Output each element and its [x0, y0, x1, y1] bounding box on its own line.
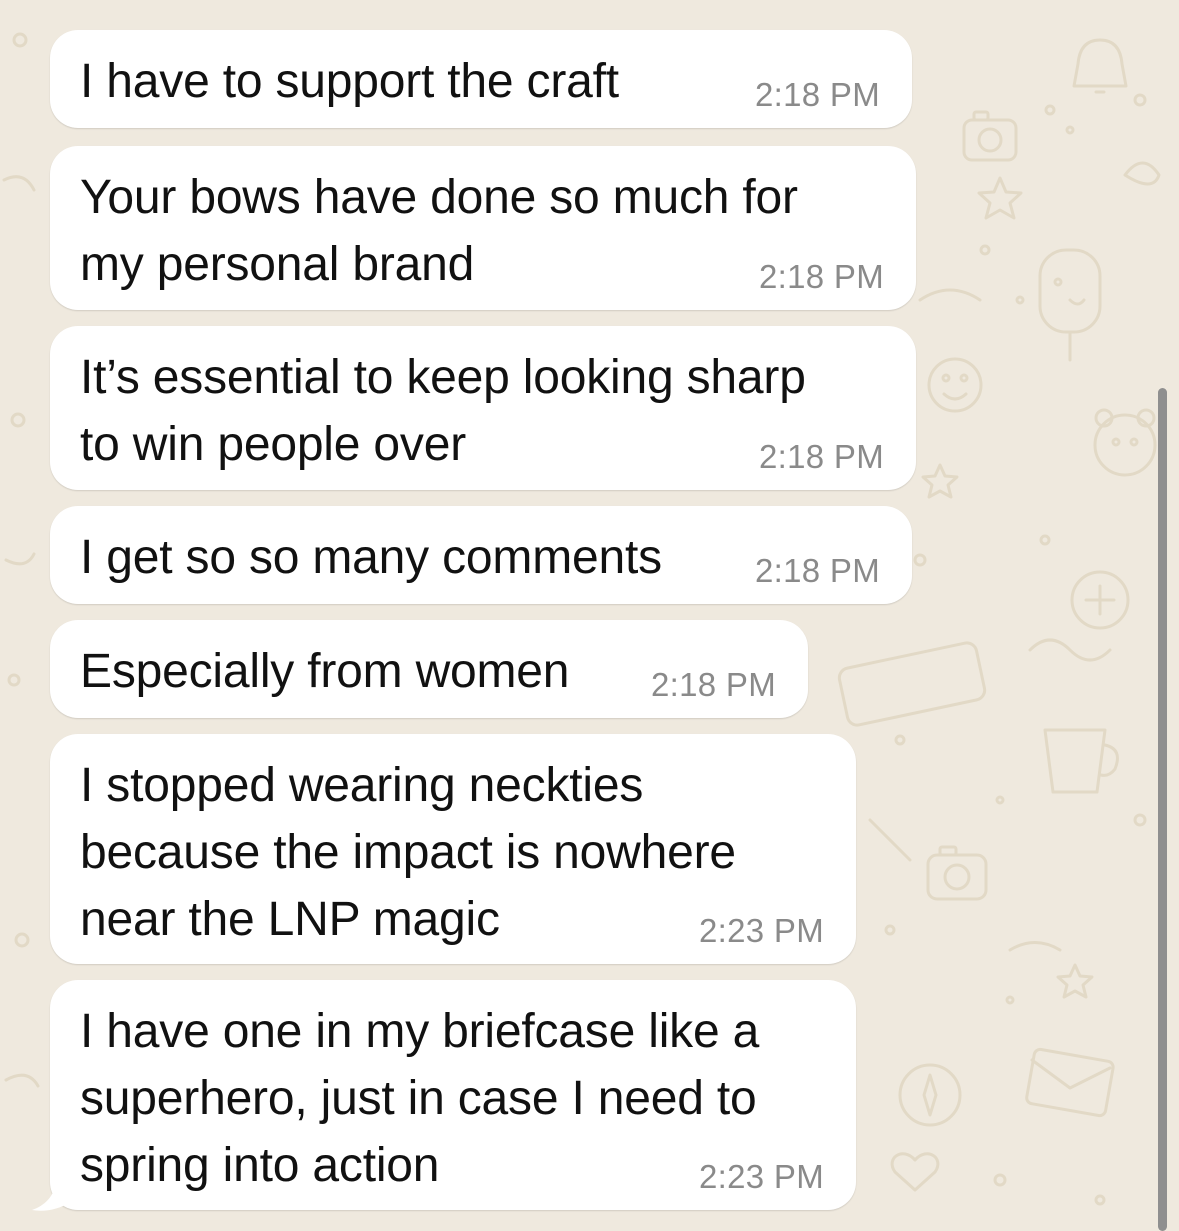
message-timestamp: 2:18 PM [759, 258, 884, 295]
message-list[interactable]: I have to support the craft 2:18 PM Your… [0, 0, 1179, 1231]
message-timestamp: 2:18 PM [755, 76, 880, 113]
message-timestamp: 2:18 PM [651, 666, 776, 703]
message-bubble[interactable]: I get so so many comments 2:18 PM [50, 506, 912, 604]
message-bubble[interactable]: It’s essential to keep looking sharp to … [50, 326, 916, 490]
scrollbar[interactable] [1158, 388, 1167, 1231]
message-timestamp: 2:18 PM [759, 438, 884, 475]
message-timestamp: 2:18 PM [755, 552, 880, 589]
message-bubble[interactable]: Especially from women 2:18 PM [50, 620, 808, 718]
message-bubble[interactable]: I stopped wearing neckties because the i… [50, 734, 856, 964]
message-bubble[interactable]: Your bows have done so much for my perso… [50, 146, 916, 310]
message-bubble[interactable]: I have to support the craft 2:18 PM [50, 30, 912, 128]
message-timestamp: 2:23 PM [699, 1158, 824, 1195]
message-bubble[interactable]: I have one in my briefcase like a superh… [50, 980, 856, 1210]
message-timestamp: 2:23 PM [699, 912, 824, 949]
bubble-tail [32, 1178, 70, 1211]
